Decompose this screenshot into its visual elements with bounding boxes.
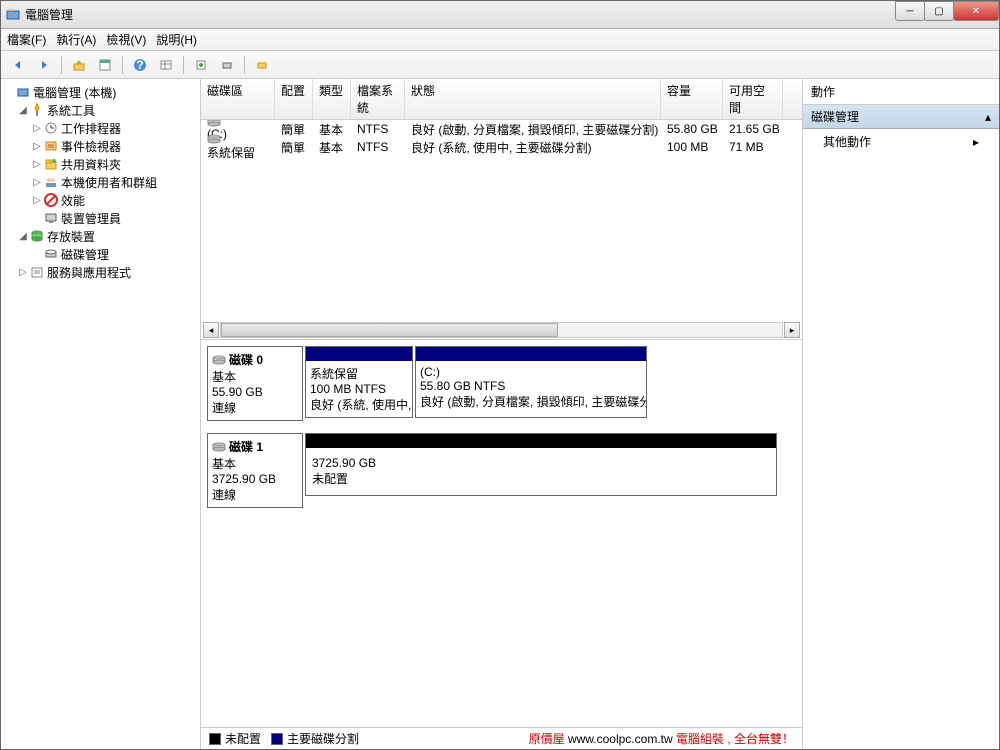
volume-row[interactable]: 系統保留簡單基本NTFS良好 (系統, 使用中, 主要磁碟分割)100 MB71… bbox=[201, 138, 802, 156]
legend-swatch-primary bbox=[271, 733, 283, 745]
svg-text:?: ? bbox=[136, 58, 143, 72]
disk-row[interactable]: 磁碟 1基本3725.90 GB連線3725.90 GB未配置 bbox=[207, 433, 796, 508]
menu-view[interactable]: 檢視(V) bbox=[106, 31, 146, 48]
refresh-button[interactable] bbox=[190, 54, 212, 76]
scroll-right-button[interactable]: ▸ bbox=[784, 322, 800, 338]
tree-shared[interactable]: ▷共用資料夾 bbox=[3, 155, 198, 173]
tree-scheduler[interactable]: ▷工作排程器 bbox=[3, 119, 198, 137]
partition[interactable]: (C:)55.80 GB NTFS良好 (啟動, 分頁檔案, 損毀傾印, 主要磁… bbox=[415, 346, 647, 418]
tree-devmgr[interactable]: 裝置管理員 bbox=[3, 209, 198, 227]
col-fs[interactable]: 檔案系統 bbox=[351, 79, 405, 119]
menu-help[interactable]: 說明(H) bbox=[156, 31, 197, 48]
col-volume[interactable]: 磁碟區 bbox=[201, 79, 275, 119]
footer-ad: 原價屋 www.coolpc.com.tw 電腦組裝 , 全台無雙！ bbox=[529, 730, 794, 747]
menu-file[interactable]: 檔案(F) bbox=[7, 31, 46, 48]
tree-root[interactable]: 電腦管理 (本機) bbox=[3, 83, 198, 101]
action-title: 動作 bbox=[803, 79, 999, 105]
disk-info[interactable]: 磁碟 0基本55.90 GB連線 bbox=[207, 346, 303, 421]
maximize-button[interactable]: ▢ bbox=[924, 1, 954, 21]
tree-services[interactable]: ▷服務與應用程式 bbox=[3, 263, 198, 281]
disk-row[interactable]: 磁碟 0基本55.90 GB連線系統保留100 MB NTFS良好 (系統, 使… bbox=[207, 346, 796, 421]
app-icon bbox=[5, 7, 21, 23]
col-type[interactable]: 類型 bbox=[313, 79, 351, 119]
tree-perf[interactable]: ▷效能 bbox=[3, 191, 198, 209]
tree-storage[interactable]: ◢存放裝置 bbox=[3, 227, 198, 245]
legend-bar: 未配置 主要磁碟分割 原價屋 www.coolpc.com.tw 電腦組裝 , … bbox=[201, 727, 802, 749]
collapse-icon: ▴ bbox=[985, 110, 991, 124]
chevron-right-icon: ▸ bbox=[973, 135, 979, 149]
scroll-left-button[interactable]: ◂ bbox=[203, 322, 219, 338]
properties-button[interactable] bbox=[94, 54, 116, 76]
toolbar: ? bbox=[1, 51, 999, 79]
legend-primary: 主要磁碟分割 bbox=[287, 730, 359, 747]
back-button[interactable] bbox=[7, 54, 29, 76]
tree-systools[interactable]: ◢系統工具 bbox=[3, 101, 198, 119]
minimize-button[interactable]: ─ bbox=[895, 1, 925, 21]
col-layout[interactable]: 配置 bbox=[275, 79, 313, 119]
help-button[interactable]: ? bbox=[129, 54, 151, 76]
disk-layout-area[interactable]: 磁碟 0基本55.90 GB連線系統保留100 MB NTFS良好 (系統, 使… bbox=[201, 339, 802, 727]
forward-button[interactable] bbox=[33, 54, 55, 76]
col-free[interactable]: 可用空間 bbox=[723, 79, 783, 119]
up-button[interactable] bbox=[68, 54, 90, 76]
partition[interactable]: 3725.90 GB未配置 bbox=[306, 448, 776, 495]
disk-info[interactable]: 磁碟 1基本3725.90 GB連線 bbox=[207, 433, 303, 508]
action-pane: 動作 磁碟管理 ▴ 其他動作 ▸ bbox=[803, 79, 999, 749]
col-status[interactable]: 狀態 bbox=[405, 79, 661, 119]
volume-list-header[interactable]: 磁碟區 配置 類型 檔案系統 狀態 容量 可用空間 bbox=[201, 79, 802, 120]
window-title: 電腦管理 bbox=[25, 6, 995, 23]
volume-row[interactable]: (C:)簡單基本NTFS良好 (啟動, 分頁檔案, 損毀傾印, 主要磁碟分割)5… bbox=[201, 120, 802, 138]
tree-pane[interactable]: 電腦管理 (本機) ◢系統工具 ▷工作排程器 ▷事件檢視器 ▷共用資料夾 ▷本機… bbox=[1, 79, 201, 749]
rescan-button[interactable] bbox=[216, 54, 238, 76]
close-button[interactable]: ✕ bbox=[953, 1, 999, 21]
tree-users[interactable]: ▷本機使用者和群組 bbox=[3, 173, 198, 191]
menu-action[interactable]: 執行(A) bbox=[56, 31, 96, 48]
action-group-diskmgmt[interactable]: 磁碟管理 ▴ bbox=[803, 105, 999, 129]
partition[interactable]: 系統保留100 MB NTFS良好 (系統, 使用中, 主要磁碟分割) bbox=[305, 346, 413, 418]
hscrollbar[interactable]: ◂ ▸ bbox=[201, 321, 802, 339]
titlebar: 電腦管理 ─ ▢ ✕ bbox=[1, 1, 999, 29]
legend-unallocated: 未配置 bbox=[225, 730, 261, 747]
col-capacity[interactable]: 容量 bbox=[661, 79, 723, 119]
volume-list[interactable]: (C:)簡單基本NTFS良好 (啟動, 分頁檔案, 損毀傾印, 主要磁碟分割)5… bbox=[201, 120, 802, 321]
settings-button[interactable] bbox=[251, 54, 273, 76]
tree-diskmgmt[interactable]: 磁碟管理 bbox=[3, 245, 198, 263]
legend-swatch-unallocated bbox=[209, 733, 221, 745]
view-button[interactable] bbox=[155, 54, 177, 76]
menubar: 檔案(F) 執行(A) 檢視(V) 說明(H) bbox=[1, 29, 999, 51]
action-more[interactable]: 其他動作 ▸ bbox=[803, 129, 999, 154]
tree-eventviewer[interactable]: ▷事件檢視器 bbox=[3, 137, 198, 155]
center-pane: 磁碟區 配置 類型 檔案系統 狀態 容量 可用空間 (C:)簡單基本NTFS良好… bbox=[201, 79, 803, 749]
